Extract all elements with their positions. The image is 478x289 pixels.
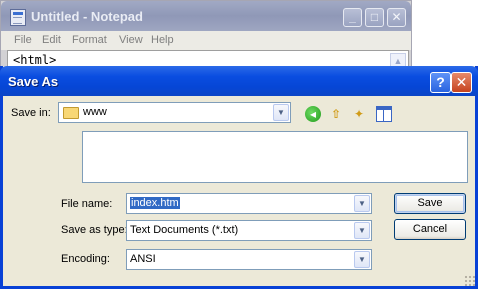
- menu-file[interactable]: File: [14, 34, 32, 46]
- file-list[interactable]: [82, 131, 468, 183]
- menu-edit[interactable]: Edit: [42, 34, 61, 46]
- save-in-value: www: [83, 106, 107, 118]
- save-in-label: Save in:: [11, 107, 51, 119]
- menu-format[interactable]: Format: [72, 34, 107, 46]
- save-button[interactable]: Save: [394, 193, 466, 214]
- new-folder-icon[interactable]: ✦: [351, 106, 367, 122]
- encoding-value: ANSI: [130, 253, 156, 265]
- file-name-label: File name:: [61, 198, 113, 210]
- chevron-down-icon[interactable]: ▼: [354, 222, 370, 239]
- cancel-button[interactable]: Cancel: [394, 219, 466, 240]
- folder-icon: [63, 107, 79, 119]
- back-icon[interactable]: ◂: [305, 106, 321, 122]
- save-in-dropdown[interactable]: www ▼: [58, 102, 291, 123]
- file-name-value: index.htm: [130, 197, 180, 209]
- cancel-button-label: Cancel: [412, 223, 448, 235]
- notepad-menubar: File Edit Format View Help: [1, 31, 411, 50]
- minimize-icon: _: [349, 10, 356, 24]
- save-as-type-label: Save as type:: [61, 224, 128, 236]
- dialog-close-button[interactable]: ✕: [451, 72, 472, 93]
- encoding-dropdown[interactable]: ANSI ▼: [126, 249, 372, 270]
- help-icon: ?: [436, 74, 445, 90]
- help-button[interactable]: ?: [430, 72, 451, 93]
- chevron-down-icon[interactable]: ▼: [354, 251, 370, 268]
- menu-help[interactable]: Help: [151, 34, 174, 46]
- menu-view[interactable]: View: [119, 34, 143, 46]
- save-as-type-value: Text Documents (*.txt): [130, 224, 239, 236]
- encoding-label: Encoding:: [61, 253, 110, 265]
- notepad-close-button[interactable]: ✕: [387, 8, 406, 27]
- close-icon: ✕: [391, 10, 402, 24]
- resize-grip-icon[interactable]: [464, 275, 475, 286]
- save-as-type-dropdown[interactable]: Text Documents (*.txt) ▼: [126, 220, 372, 241]
- maximize-button[interactable]: □: [365, 8, 384, 27]
- chevron-down-icon[interactable]: ▼: [354, 195, 370, 212]
- maximize-icon: □: [370, 10, 379, 24]
- notepad-content: <html>: [13, 53, 57, 67]
- notepad-title: Untitled - Notepad: [31, 9, 143, 24]
- dialog-titlebar[interactable]: Save As ? ✕: [0, 66, 478, 96]
- view-menu-icon[interactable]: [376, 106, 392, 122]
- notepad-titlebar[interactable]: Untitled - Notepad _ □ ✕: [1, 1, 411, 31]
- minimize-button[interactable]: _: [343, 8, 362, 27]
- notepad-app-icon: [10, 9, 26, 26]
- close-icon: ✕: [455, 74, 468, 90]
- save-button-label: Save: [417, 197, 443, 209]
- chevron-down-icon[interactable]: ▼: [273, 104, 289, 121]
- up-folder-icon[interactable]: ⇧: [328, 106, 344, 122]
- dialog-title: Save As: [8, 74, 59, 89]
- notepad-window: Untitled - Notepad _ □ ✕ File Edit Forma…: [0, 0, 412, 76]
- file-name-input[interactable]: index.htm ▼: [126, 193, 372, 214]
